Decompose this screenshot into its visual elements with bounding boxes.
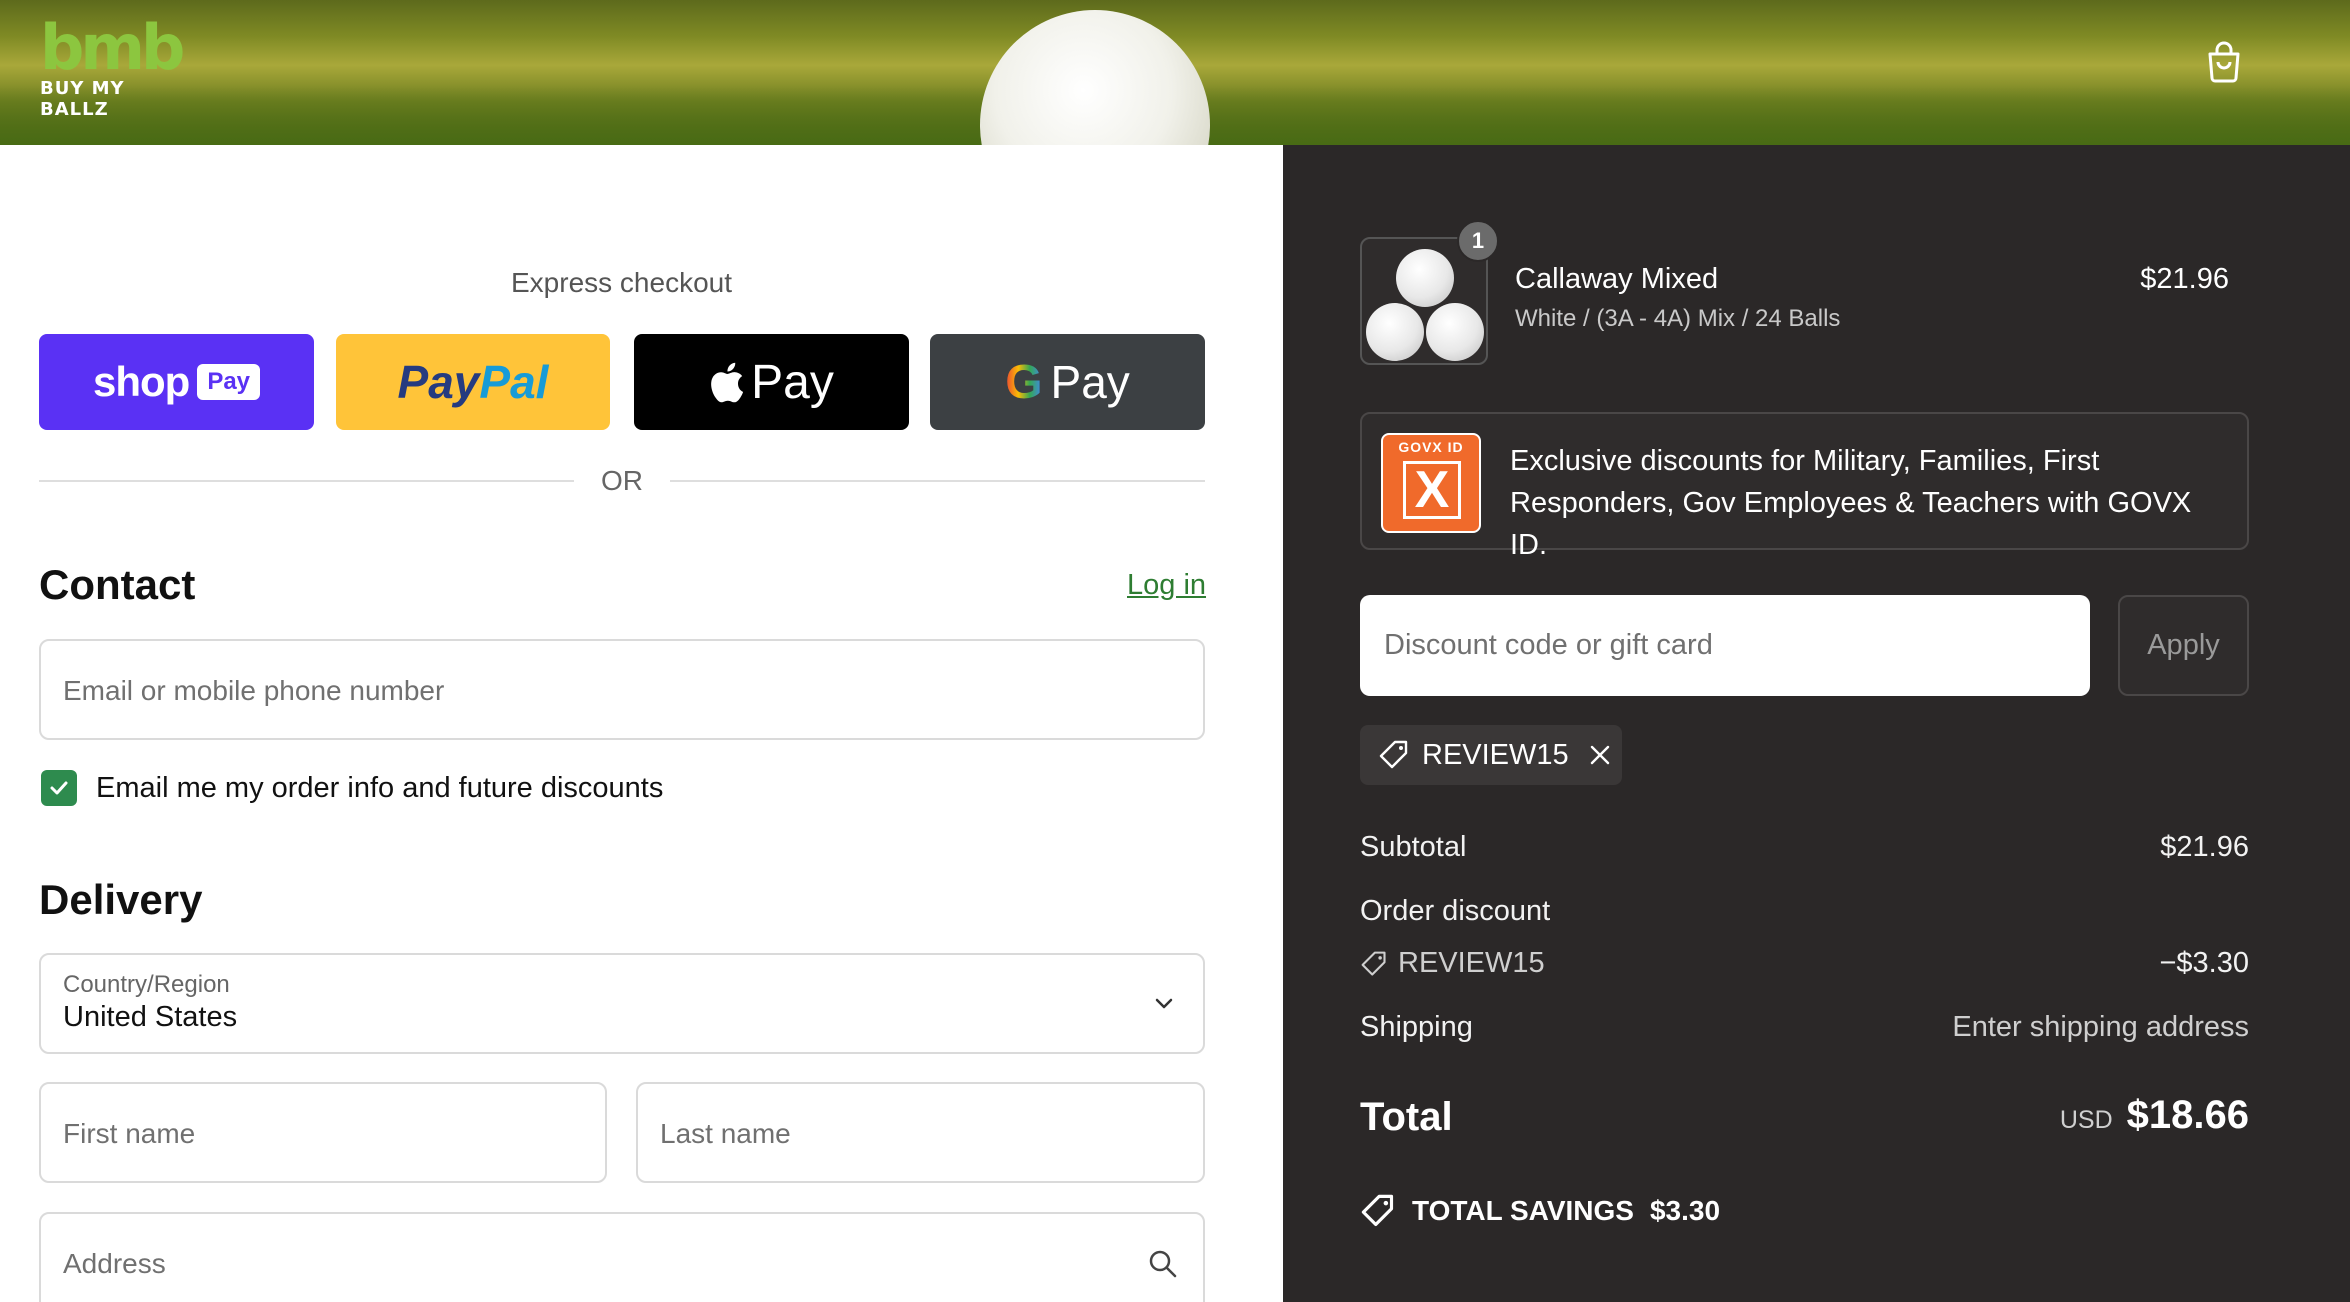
discount-code-input[interactable]: Discount code or gift card [1360, 595, 2090, 696]
total-savings-value: $3.30 [1649, 1195, 1721, 1226]
total-currency: USD [2059, 1106, 2113, 1134]
google-pay-label: Pay [1050, 356, 1130, 408]
google-pay-logo: G Pay [1005, 355, 1130, 410]
shopping-bag-icon[interactable] [2200, 38, 2248, 86]
tag-icon [1379, 740, 1408, 769]
checkmark-icon [50, 781, 68, 795]
delivery-section-title: Delivery [39, 876, 203, 923]
total-savings: TOTAL SAVINGS $3.30 [1360, 1193, 1720, 1229]
log-in-link[interactable]: Log in [1127, 569, 1206, 602]
checkout-form-column: Express checkout shop Pay PayPal Pay G P… [0, 145, 1283, 1302]
paypal-logo-part-2: Pal [479, 356, 549, 408]
total-label: Total [1360, 1095, 1453, 1139]
apple-icon [711, 362, 744, 403]
paypal-logo: PayPal [398, 355, 549, 409]
shop-pay-badge: Pay [197, 364, 261, 400]
order-discount-label: Order discount [1360, 895, 1551, 927]
applied-discount-code: REVIEW15 [1422, 738, 1569, 771]
last-name-field[interactable]: Last name [636, 1082, 1205, 1183]
search-icon [1149, 1250, 1177, 1278]
govx-logo-text: GOVX ID [1398, 439, 1464, 455]
site-header: bmb BUY MY BALLZ [0, 0, 2350, 145]
logo-mark: bmb [40, 11, 185, 84]
order-summary-column: 1 Callaway Mixed White / (3A - 4A) Mix /… [1283, 145, 2350, 1302]
paypal-button[interactable]: PayPal [336, 334, 610, 430]
govx-message: Exclusive discounts for Military, Famili… [1510, 445, 2192, 561]
country-region-value: United States [63, 1001, 238, 1033]
chevron-down-icon [1155, 998, 1173, 1009]
order-discount-value: −$3.30 [2159, 947, 2249, 979]
address-field[interactable]: Address [39, 1212, 1205, 1302]
apple-pay-button[interactable]: Pay [634, 334, 909, 430]
govx-logo: GOVX ID X [1381, 433, 1481, 533]
product-variant: White / (3A - 4A) Mix / 24 Balls [1515, 305, 1841, 332]
discount-code-placeholder: Discount code or gift card [1384, 629, 1713, 661]
govx-x-icon: X [1403, 461, 1461, 519]
order-discount-code-row: REVIEW15 [1360, 947, 1545, 980]
tag-icon [1361, 1194, 1394, 1227]
google-pay-button[interactable]: G Pay [930, 334, 1205, 430]
divider-line-right [670, 480, 1205, 482]
last-name-placeholder: Last name [660, 1118, 791, 1149]
total-value: $18.66 [2126, 1093, 2249, 1137]
product-price: $21.96 [2140, 263, 2229, 295]
subtotal-value: $21.96 [2160, 831, 2249, 863]
product-name: Callaway Mixed [1515, 263, 1719, 295]
country-region-label: Country/Region [63, 971, 230, 998]
close-icon[interactable] [1587, 742, 1613, 768]
quantity-badge: 1 [1457, 220, 1499, 262]
golf-ball-thumb-1 [1396, 249, 1454, 307]
shipping-value: Enter shipping address [1952, 1011, 2249, 1043]
applied-discount-chip: REVIEW15 [1360, 725, 1622, 785]
store-logo[interactable]: bmb BUY MY BALLZ [40, 11, 185, 121]
contact-section-title: Contact [39, 561, 196, 608]
golf-ball-image [980, 10, 1210, 145]
total-amount: USD $18.66 [2060, 1093, 2249, 1138]
express-checkout-title: Express checkout [511, 267, 732, 298]
apple-pay-label: Pay [751, 355, 834, 409]
apply-discount-button[interactable]: Apply [2118, 595, 2249, 696]
first-name-placeholder: First name [63, 1118, 196, 1149]
address-placeholder: Address [63, 1248, 166, 1279]
shipping-label: Shipping [1360, 1011, 1473, 1043]
marketing-opt-in-label: Email me my order info and future discou… [96, 772, 664, 804]
email-placeholder: Email or mobile phone number [63, 675, 445, 706]
shop-pay-button[interactable]: shop Pay [39, 334, 314, 430]
email-field[interactable]: Email or mobile phone number [39, 639, 1205, 740]
first-name-field[interactable]: First name [39, 1082, 607, 1183]
paypal-logo-part-1: Pay [397, 356, 480, 408]
or-divider: OR [39, 465, 1205, 496]
tag-icon [1361, 951, 1386, 976]
apple-pay-logo: Pay [709, 355, 834, 410]
logo-tagline: BUY MY BALLZ [40, 78, 125, 120]
total-savings-label: TOTAL SAVINGS [1412, 1195, 1634, 1226]
golf-ball-thumb-2 [1366, 303, 1424, 361]
country-region-select[interactable]: Country/Region United States [39, 953, 1205, 1054]
subtotal-label: Subtotal [1360, 831, 1467, 863]
google-g-icon: G [1005, 355, 1043, 409]
govx-discount-banner[interactable]: GOVX ID X Exclusive discounts for Milita… [1360, 412, 2249, 561]
marketing-opt-in-checkbox[interactable] [41, 770, 77, 806]
order-discount-code: REVIEW15 [1398, 947, 1545, 979]
golf-ball-thumb-3 [1426, 303, 1484, 361]
shop-pay-label: shop [92, 358, 190, 405]
